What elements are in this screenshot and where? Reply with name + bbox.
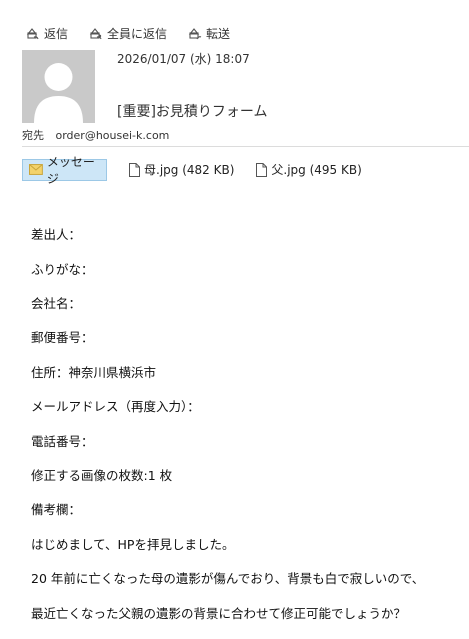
image-file-icon (256, 162, 268, 177)
body-line: 郵便番号： (31, 330, 94, 346)
attachment-file[interactable]: 父.jpg (495 KB) (256, 161, 362, 178)
reply-all-button[interactable]: 全員に返信 (88, 25, 167, 42)
sender-avatar (22, 50, 95, 123)
body-line: 20 年前に亡くなった母の遺影が傷んでおり、背景も白で寂しいので、 (31, 571, 425, 587)
message-actions: 返信 全員に返信 転送 (25, 24, 230, 42)
body-line: 最近亡くなった父親の遺影の背景に合わせて修正可能でしょうか？ (31, 605, 407, 621)
envelope-icon (29, 164, 43, 175)
sent-date: 2026/01/07 (水) 18:07 (117, 52, 250, 66)
attachment-label: 母.jpg (482 KB) (144, 163, 235, 177)
forward-label: 転送 (206, 26, 231, 41)
reply-all-label: 全員に返信 (107, 26, 168, 41)
image-file-icon (129, 162, 140, 177)
to-label: 宛先 (22, 129, 44, 142)
body-line: はじめまして、HPを拝見しました。 (31, 536, 235, 552)
to-address[interactable]: order@housei-k.com (56, 129, 170, 142)
forward-icon (188, 27, 202, 39)
attachment-file[interactable]: 母.jpg (482 KB) (129, 161, 234, 178)
person-icon (34, 63, 83, 123)
body-line: 差出人： (31, 227, 82, 243)
forward-button[interactable]: 転送 (187, 25, 230, 42)
body-line: 会社名： (31, 296, 82, 312)
email-subject: [重要]お見積りフォーム (117, 104, 268, 120)
body-line: ふりがな： (31, 261, 94, 277)
body-line: 住所：神奈川県横浜市 (31, 364, 157, 380)
body-line: 電話番号： (31, 433, 94, 449)
reply-icon (26, 27, 39, 39)
body-line: メールアドレス（再度入力）： (31, 399, 200, 415)
attachment-label: 父.jpg (495 KB) (271, 163, 362, 177)
body-line: 備考欄： (31, 502, 82, 518)
recipient-row: 宛先 order@housei-k.com (22, 127, 169, 143)
message-tab[interactable]: メッセージ (22, 155, 107, 186)
body-line: 修正する画像の枚数:1 枚 (31, 468, 173, 484)
reply-label: 返信 (44, 26, 69, 41)
reply-button[interactable]: 返信 (25, 25, 68, 42)
attachment-bar: メッセージ 母.jpg (482 KB) 父.jpg (495 KB) (22, 155, 362, 186)
header-divider (22, 146, 469, 147)
message-body: 差出人： ふりがな： 会社名： 郵便番号： 住所：神奈川県横浜市 メールアドレス… (31, 209, 424, 639)
message-tab-label: メッセージ (46, 154, 95, 186)
reply-all-icon (89, 27, 102, 39)
